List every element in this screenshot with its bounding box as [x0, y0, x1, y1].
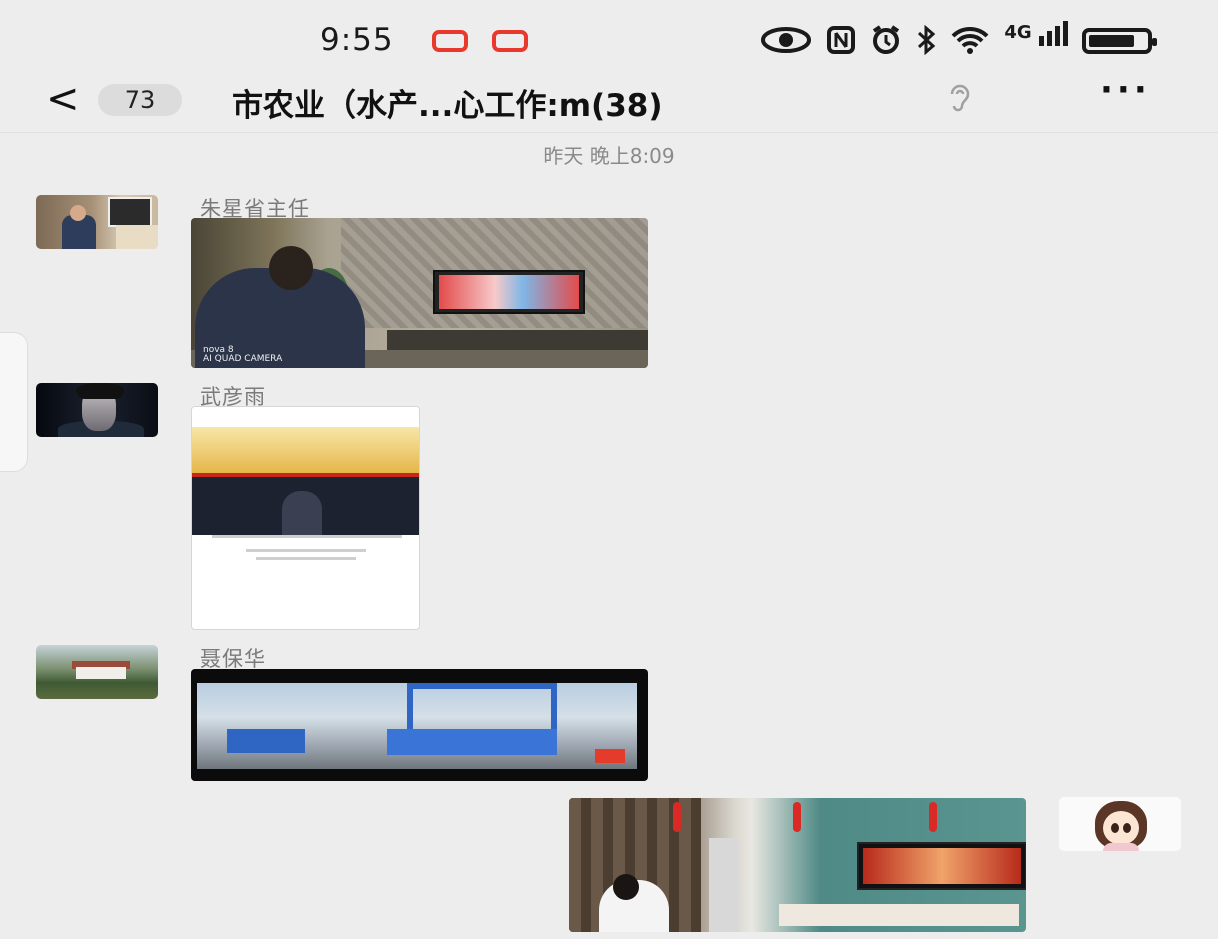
- image-content: [857, 842, 1026, 890]
- avatar-decor: [1103, 843, 1139, 851]
- eye-icon: [761, 26, 812, 53]
- wifi-icon: [951, 26, 989, 54]
- image-content: [192, 407, 419, 428]
- unread-count-badge[interactable]: 73: [98, 84, 182, 116]
- status-bar: 9:55 4G: [0, 0, 1218, 78]
- header-divider: [0, 132, 1218, 133]
- more-options-button[interactable]: ···: [1100, 70, 1151, 110]
- side-drawer-handle[interactable]: [0, 332, 28, 472]
- avatar-decor: [70, 205, 86, 221]
- image-content: [793, 802, 801, 832]
- image-content: [256, 557, 356, 560]
- avatar[interactable]: [36, 383, 158, 437]
- self-avatar[interactable]: [1059, 797, 1181, 851]
- battery-icon: [1082, 28, 1157, 54]
- image-content: [673, 802, 681, 832]
- image-content: [613, 874, 639, 900]
- avatar[interactable]: [36, 195, 158, 249]
- avatar-decor: [1111, 823, 1119, 833]
- recording-icon: [432, 30, 468, 52]
- network-label: 4G: [1004, 22, 1032, 43]
- avatar[interactable]: [36, 645, 158, 699]
- image-content: [929, 802, 937, 832]
- avatar-decor: [1103, 811, 1139, 845]
- image-content: [227, 729, 305, 753]
- image-content: [779, 904, 1019, 926]
- alarm-icon: [873, 24, 900, 54]
- avatar-decor: [76, 667, 126, 679]
- chat-timestamp: 昨天 晚上8:09: [543, 144, 675, 168]
- image-content: [282, 491, 322, 535]
- camera-watermark: nova 8 AI QUAD CAMERA: [203, 345, 283, 364]
- status-time: 9:55: [320, 22, 394, 58]
- image-content: [387, 729, 557, 755]
- image-content: [863, 848, 1021, 884]
- avatar-decor: [116, 225, 158, 249]
- signal-icon: 4G: [1004, 20, 1068, 59]
- image-message[interactable]: nova 8 AI QUAD CAMERA: [191, 218, 648, 368]
- image-content: [212, 535, 402, 538]
- image-message[interactable]: [191, 669, 648, 781]
- chat-title[interactable]: 市农业（水产...心工作:m(38): [232, 80, 663, 125]
- nfc-icon: [827, 25, 856, 54]
- image-content: [192, 477, 419, 535]
- bluetooth-icon: [918, 24, 936, 55]
- avatar-decor: [76, 383, 124, 399]
- image-content: [246, 549, 366, 552]
- image-message[interactable]: [191, 406, 420, 630]
- image-content: [192, 427, 419, 473]
- avatar-decor: [1123, 823, 1131, 833]
- image-content: [387, 330, 648, 350]
- image-content: [709, 838, 739, 932]
- recording-icon: [492, 30, 528, 52]
- chat-header: < 73 市农业（水产...心工作:m(38) ···: [0, 70, 1218, 132]
- image-content: [269, 246, 313, 290]
- ear-icon: [946, 82, 972, 119]
- back-button[interactable]: <: [46, 76, 80, 122]
- image-message[interactable]: [569, 798, 1026, 932]
- image-content: [433, 270, 585, 314]
- image-content: [439, 275, 579, 309]
- image-content: [595, 749, 625, 763]
- avatar-decor: [108, 197, 152, 227]
- image-content: [197, 683, 637, 769]
